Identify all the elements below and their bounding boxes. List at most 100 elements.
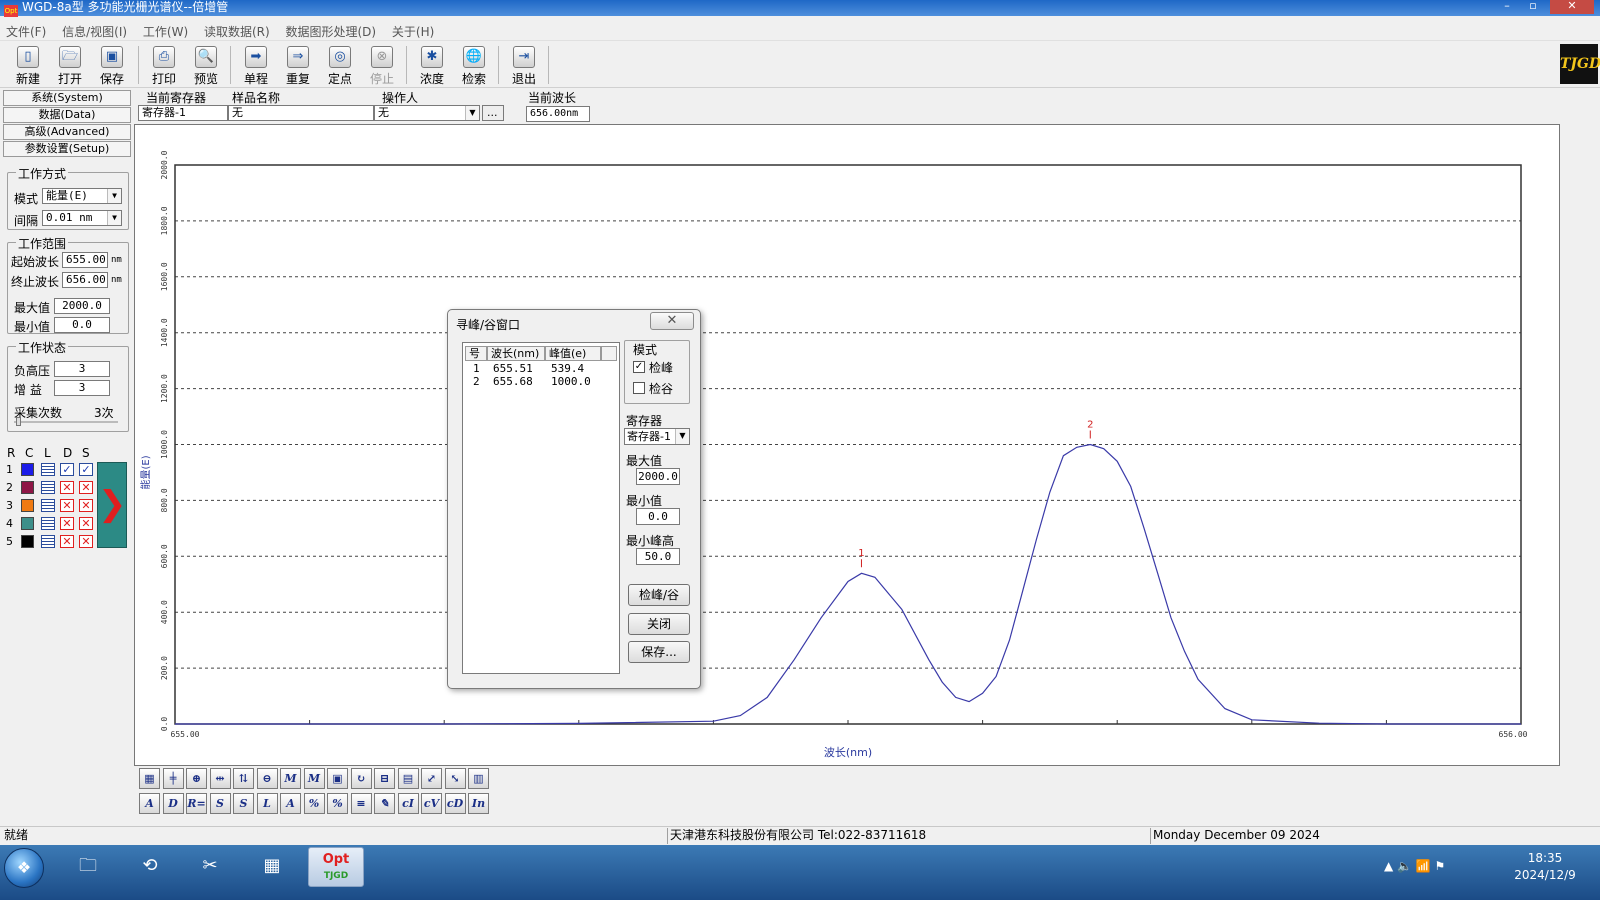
display-checkbox[interactable]: ✕ bbox=[60, 535, 74, 548]
dialog-save-button[interactable]: 保存... bbox=[628, 641, 690, 663]
select-checkbox[interactable]: ✕ bbox=[79, 535, 93, 548]
menu-read-data[interactable]: 读取数据(R) bbox=[198, 21, 276, 40]
channel-color-swatch[interactable] bbox=[21, 499, 34, 512]
dialog-close-button[interactable]: ✕ bbox=[650, 312, 694, 330]
start-wave-input[interactable]: 655.00 bbox=[62, 252, 108, 268]
chart-tool-button[interactable]: M bbox=[280, 768, 301, 789]
select-checkbox[interactable]: ✕ bbox=[79, 517, 93, 530]
select-checkbox[interactable]: ✕ bbox=[79, 499, 93, 512]
max-value-input[interactable]: 2000.0 bbox=[54, 298, 110, 314]
chart-tool-button[interactable]: % bbox=[303, 793, 325, 814]
dialog-close-action-button[interactable]: 关闭 bbox=[628, 613, 690, 635]
dialog-max-input[interactable]: 2000.0 bbox=[636, 468, 680, 485]
channel-color-swatch[interactable] bbox=[21, 481, 34, 494]
tab-system[interactable]: 系统(System) bbox=[3, 90, 131, 106]
display-checkbox[interactable]: ✕ bbox=[60, 481, 74, 494]
new-button[interactable]: ▯ 新建 bbox=[8, 44, 48, 86]
opt-app-taskbar-button[interactable]: Opt TJGD bbox=[308, 847, 364, 887]
find-valley-checkbox[interactable] bbox=[633, 382, 645, 394]
dialog-min-input[interactable]: 0.0 bbox=[636, 508, 680, 525]
line-style-icon[interactable] bbox=[41, 463, 55, 476]
high-voltage-input[interactable]: 3 bbox=[54, 361, 110, 377]
tray-icons[interactable]: ▲ 🔈 📶 ⚑ bbox=[1384, 859, 1445, 873]
acquisition-slider-thumb[interactable] bbox=[16, 417, 21, 426]
stop-button[interactable]: ⊗ 停止 bbox=[362, 44, 402, 86]
chart-tool-button[interactable]: ▦ bbox=[139, 768, 160, 789]
find-peak-checkbox[interactable]: ✓ bbox=[633, 361, 645, 373]
display-checkbox[interactable]: ✓ bbox=[60, 463, 74, 476]
channel-color-swatch[interactable] bbox=[21, 535, 34, 548]
line-style-icon[interactable] bbox=[41, 517, 55, 530]
close-window-button[interactable]: ✕ bbox=[1550, 0, 1594, 14]
chart-tool-button[interactable]: A bbox=[139, 793, 160, 814]
explorer-taskbar-icon[interactable]: 🗀 bbox=[60, 847, 116, 887]
operator-select[interactable]: 无 ▼ bbox=[374, 105, 480, 121]
channel-color-swatch[interactable] bbox=[21, 517, 34, 530]
chart-tool-button[interactable]: % bbox=[327, 793, 348, 814]
chart-tool-button[interactable]: ⤡ bbox=[444, 768, 466, 789]
chart-tool-button[interactable]: S bbox=[209, 793, 231, 814]
chart-tool-button[interactable]: ▤ bbox=[397, 768, 419, 789]
tools-taskbar-icon[interactable]: ✂ bbox=[182, 847, 238, 887]
line-style-icon[interactable] bbox=[41, 481, 55, 494]
select-checkbox[interactable]: ✓ bbox=[79, 463, 93, 476]
preview-button[interactable]: 🔍 预览 bbox=[186, 44, 226, 86]
clock[interactable]: 18:35 2024/12/9 bbox=[1510, 850, 1580, 884]
display-checkbox[interactable]: ✕ bbox=[60, 499, 74, 512]
chart-tool-button[interactable]: cV bbox=[421, 793, 442, 814]
fixpoint-button[interactable]: ◎ 定点 bbox=[320, 44, 360, 86]
chart-tool-button[interactable]: ▥ bbox=[468, 768, 489, 789]
chart-tool-button[interactable]: D bbox=[162, 793, 184, 814]
tab-data[interactable]: 数据(Data) bbox=[3, 107, 131, 123]
menu-file[interactable]: 文件(F) bbox=[0, 21, 52, 40]
menu-data-graph[interactable]: 数据图形处理(D) bbox=[279, 21, 382, 40]
chart-tool-button[interactable]: ▣ bbox=[327, 768, 348, 789]
line-style-icon[interactable] bbox=[41, 499, 55, 512]
min-value-input[interactable]: 0.0 bbox=[54, 317, 110, 333]
channel-color-swatch[interactable] bbox=[21, 463, 34, 476]
chart-tool-button[interactable]: ╪ bbox=[162, 768, 184, 789]
chart-tool-button[interactable]: A bbox=[280, 793, 301, 814]
maximize-button[interactable]: ▫ bbox=[1520, 0, 1546, 14]
exit-button[interactable]: ⇥ 退出 bbox=[504, 44, 544, 86]
dialog-register-select[interactable]: 寄存器-1 ▼ bbox=[624, 428, 690, 445]
browse-button[interactable]: ... bbox=[482, 105, 504, 121]
search-button[interactable]: 🌐 检索 bbox=[454, 44, 494, 86]
display-checkbox[interactable]: ✕ bbox=[60, 517, 74, 530]
tab-setup[interactable]: 参数设置(Setup) bbox=[3, 141, 131, 157]
chart-tool-button[interactable]: ⇹ bbox=[209, 768, 231, 789]
end-wave-input[interactable]: 656.00 bbox=[62, 272, 108, 288]
repeat-scan-button[interactable]: ⇒ 重复 bbox=[278, 44, 318, 86]
register-field[interactable]: 寄存器-1 bbox=[138, 105, 228, 121]
line-style-icon[interactable] bbox=[41, 535, 55, 548]
spectrum-chart[interactable]: 0.0 200.0 400.0 600.0 800.0 1000.0 1200.0 1400.… bbox=[134, 124, 1560, 766]
start-button[interactable]: ❖ bbox=[4, 848, 44, 888]
save-button[interactable]: ▣ 保存 bbox=[92, 44, 132, 86]
chart-tool-button[interactable]: ⊕ bbox=[186, 768, 207, 789]
chart-tool-button[interactable]: ⇅ bbox=[233, 768, 254, 789]
chart-tool-button[interactable]: ⊖ bbox=[256, 768, 278, 789]
chart-tool-button[interactable]: S bbox=[233, 793, 254, 814]
interval-select[interactable]: 0.01 nm ▼ bbox=[42, 210, 122, 226]
expand-arrow-button[interactable]: ❯ bbox=[97, 462, 127, 548]
concentration-button[interactable]: ✱ 浓度 bbox=[412, 44, 452, 86]
select-checkbox[interactable]: ✕ bbox=[79, 481, 93, 494]
chart-tool-button[interactable]: cI bbox=[397, 793, 419, 814]
chart-tool-button[interactable]: cD bbox=[444, 793, 466, 814]
acquisition-slider-track[interactable] bbox=[14, 421, 118, 423]
min-peak-height-input[interactable]: 50.0 bbox=[636, 548, 680, 565]
chart-tool-button[interactable]: ≡ bbox=[350, 793, 372, 814]
chart-tool-button[interactable]: M bbox=[303, 768, 325, 789]
minimize-button[interactable]: – bbox=[1494, 0, 1520, 14]
chart-tool-button[interactable]: ⤢ bbox=[421, 768, 442, 789]
chart-tool-button[interactable]: In bbox=[468, 793, 489, 814]
print-button[interactable]: ⎙ 打印 bbox=[144, 44, 184, 86]
find-peak-valley-button[interactable]: 检峰/谷 bbox=[628, 584, 690, 606]
menu-work[interactable]: 工作(W) bbox=[137, 21, 194, 40]
chart-tool-button[interactable]: ✎ bbox=[374, 793, 395, 814]
chart-tool-button[interactable]: L bbox=[256, 793, 278, 814]
chart-tool-button[interactable]: R= bbox=[186, 793, 207, 814]
gain-input[interactable]: 3 bbox=[54, 380, 110, 396]
tab-advanced[interactable]: 高级(Advanced) bbox=[3, 124, 131, 140]
peak-table[interactable]: 号 波长(nm) 峰值(e) 1 655.51 539.4 2 655.68 1… bbox=[462, 342, 620, 674]
